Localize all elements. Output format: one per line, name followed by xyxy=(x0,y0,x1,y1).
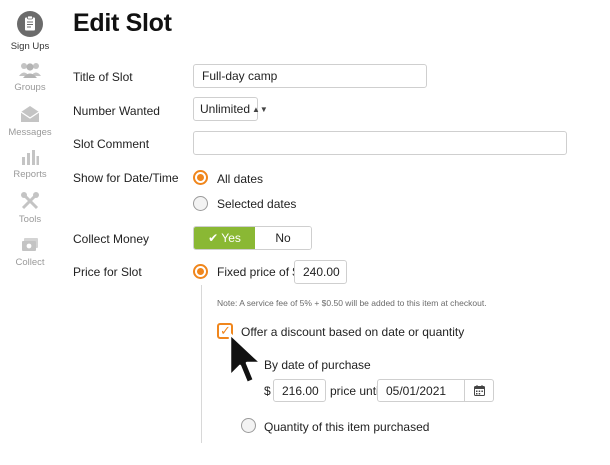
discount-price-input[interactable]: 216.00 xyxy=(273,379,326,402)
calendar-button[interactable] xyxy=(465,379,494,402)
page-title: Edit Slot xyxy=(73,9,172,37)
nav-label: Groups xyxy=(14,82,46,93)
fixed-price-radio[interactable] xyxy=(193,264,208,279)
nav-collect[interactable]: Collect xyxy=(0,236,60,268)
nav-reports[interactable]: Reports xyxy=(0,148,60,180)
fixed-price-input[interactable]: 240.00 xyxy=(294,260,347,284)
select-arrows-icon: ▲▼ xyxy=(252,105,268,114)
cash-icon xyxy=(22,238,38,251)
number-wanted-select[interactable]: Unlimited ▲▼ xyxy=(193,97,268,121)
until-date-input[interactable]: 05/01/2021 xyxy=(377,379,465,402)
all-dates-radio[interactable] xyxy=(193,170,208,185)
quantity-radio[interactable] xyxy=(241,418,256,433)
selected-dates-label: Selected dates xyxy=(217,197,297,211)
clipboard-icon xyxy=(17,11,43,37)
nav-label: Tools xyxy=(18,214,42,225)
nav-groups[interactable]: Groups xyxy=(0,61,60,93)
envelope-icon xyxy=(20,106,40,122)
slot-comment-input[interactable] xyxy=(193,131,567,155)
sidebar: Sign Ups Groups Messages Reports Tools C… xyxy=(0,0,60,465)
nav-tools[interactable]: Tools xyxy=(0,191,60,225)
service-fee-note: Note: A service fee of 5% + $0.50 will b… xyxy=(217,298,487,308)
slot-title-input[interactable]: Full-day camp xyxy=(193,64,427,88)
nav-label: Sign Ups xyxy=(10,41,50,52)
selected-dates-radio[interactable] xyxy=(193,196,208,211)
collect-yes-label: Yes xyxy=(221,231,241,245)
collect-money-label: Collect Money xyxy=(73,232,150,246)
title-of-slot-label: Title of Slot xyxy=(73,70,133,84)
calendar-icon xyxy=(473,385,485,396)
all-dates-label: All dates xyxy=(217,172,264,186)
nav-label: Reports xyxy=(13,169,47,180)
nav-sign-ups[interactable]: Sign Ups xyxy=(0,10,60,52)
fixed-price-label: Fixed price of $ xyxy=(217,265,300,279)
quantity-label: Quantity of this item purchased xyxy=(264,420,430,434)
show-date-time-label: Show for Date/Time xyxy=(73,171,179,185)
collect-no-button[interactable]: No xyxy=(255,227,311,249)
check-icon: ✔ xyxy=(208,231,219,245)
currency-symbol: $ xyxy=(264,384,271,398)
bar-chart-icon xyxy=(22,150,39,165)
mouse-pointer-icon xyxy=(228,332,263,385)
collect-no-label: No xyxy=(275,231,291,245)
number-wanted-label: Number Wanted xyxy=(73,104,160,118)
collect-yes-button[interactable]: ✔ Yes xyxy=(194,227,255,249)
nav-label: Collect xyxy=(15,257,45,268)
people-icon xyxy=(19,63,41,78)
price-until-label: price until xyxy=(330,384,382,398)
discount-label: Offer a discount based on date or quanti… xyxy=(241,325,465,339)
nesting-divider xyxy=(201,285,202,443)
nav-messages[interactable]: Messages xyxy=(0,104,60,138)
nav-label: Messages xyxy=(8,127,52,138)
number-wanted-value: Unlimited xyxy=(200,102,251,116)
collect-money-toggle: ✔ Yes No xyxy=(193,226,312,250)
price-for-slot-label: Price for Slot xyxy=(73,265,142,279)
slot-comment-label: Slot Comment xyxy=(73,137,150,151)
by-date-label: By date of purchase xyxy=(264,358,371,372)
tools-icon xyxy=(21,192,39,210)
